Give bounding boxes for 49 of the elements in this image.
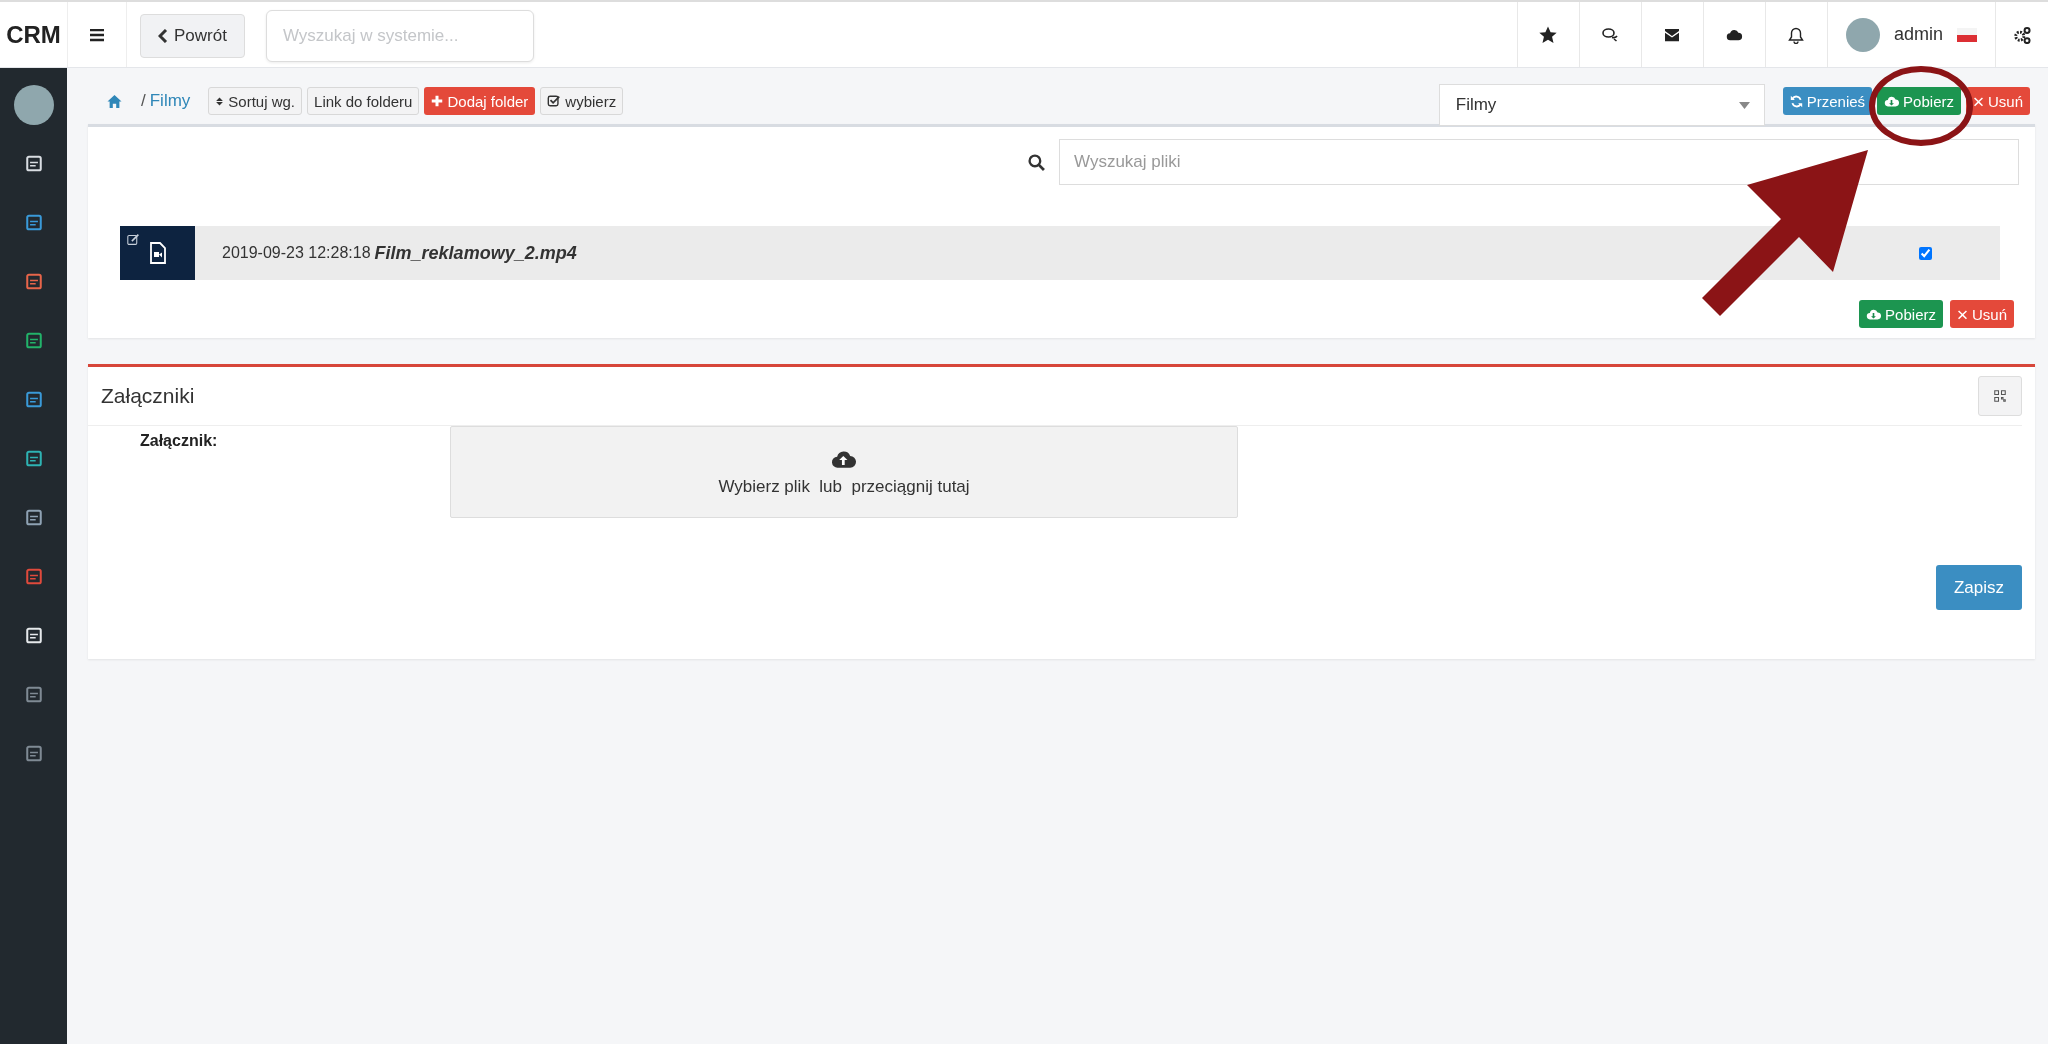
delete-button[interactable]: Usuń (1965, 87, 2030, 115)
star-icon (1539, 25, 1558, 44)
edit-icon (127, 233, 140, 246)
file-dropzone[interactable]: Wybierz plik lub przeciągnij tutaj (450, 426, 1238, 518)
breadcrumb-link[interactable]: Filmy (149, 91, 191, 111)
refresh-icon (1789, 94, 1803, 108)
chevron-left-icon (158, 29, 168, 43)
checkbox-icon (547, 94, 562, 108)
file-name[interactable]: Film_reklamowy_2.mp4 (374, 242, 577, 264)
file-row[interactable]: 2019-09-23 12:28:18 Film_reklamowy_2.mp4 (120, 226, 2000, 280)
field-label: Załącznik: (139, 431, 219, 451)
qr-code-button[interactable] (1978, 376, 2022, 416)
plain-button[interactable]: Link do folderu (307, 87, 420, 115)
dropzone-text: Wybierz plik lub przeciągnij tutaj (718, 477, 970, 497)
menu-icon (89, 27, 105, 42)
download-button[interactable]: Pobierz (1859, 300, 1943, 328)
back-button[interactable]: Powrót (140, 14, 245, 58)
flag-icon (1957, 27, 1977, 42)
qr-code-icon (1994, 390, 2006, 402)
close-icon (1972, 95, 1984, 107)
avatar[interactable] (13, 85, 54, 125)
caret-down-icon (1738, 101, 1750, 109)
plus-icon (431, 95, 444, 107)
move-button[interactable]: Przenieś (1782, 87, 1873, 115)
search-icon (1028, 153, 1045, 171)
video-file-icon (148, 242, 167, 264)
username[interactable]: admin (1893, 24, 1943, 45)
download-button[interactable]: Pobierz (1877, 87, 1961, 115)
delete-button[interactable]: Usuń (1949, 300, 2014, 328)
cloud-download-icon (1866, 307, 1882, 321)
select-button[interactable]: wybierz (540, 87, 624, 115)
file-checkbox[interactable] (1919, 246, 1932, 260)
breadcrumb-separator: / (141, 91, 146, 111)
logo: CRM (0, 2, 68, 67)
folder-dropdown[interactable]: Filmy (1438, 84, 1765, 126)
document-icon (24, 330, 43, 349)
cloud-download-icon (1884, 94, 1900, 108)
save-button[interactable]: Zapisz (1935, 565, 2022, 610)
file-date: 2019-09-23 12:28:18 (222, 244, 371, 262)
search-field[interactable]: Wyszukaj w systemie... (265, 10, 534, 62)
sort-button[interactable]: Sortuj wg. (208, 87, 303, 115)
file-search-field[interactable]: Wyszukaj pliki (1059, 139, 2019, 185)
add-button[interactable]: Dodaj folder (424, 87, 536, 115)
close-icon (1956, 308, 1968, 320)
envelope-icon (1663, 27, 1682, 42)
cloud-icon (1724, 27, 1745, 42)
section-title: Załączniki (101, 384, 195, 408)
bell-icon (1788, 25, 1805, 44)
home-icon (106, 93, 123, 109)
